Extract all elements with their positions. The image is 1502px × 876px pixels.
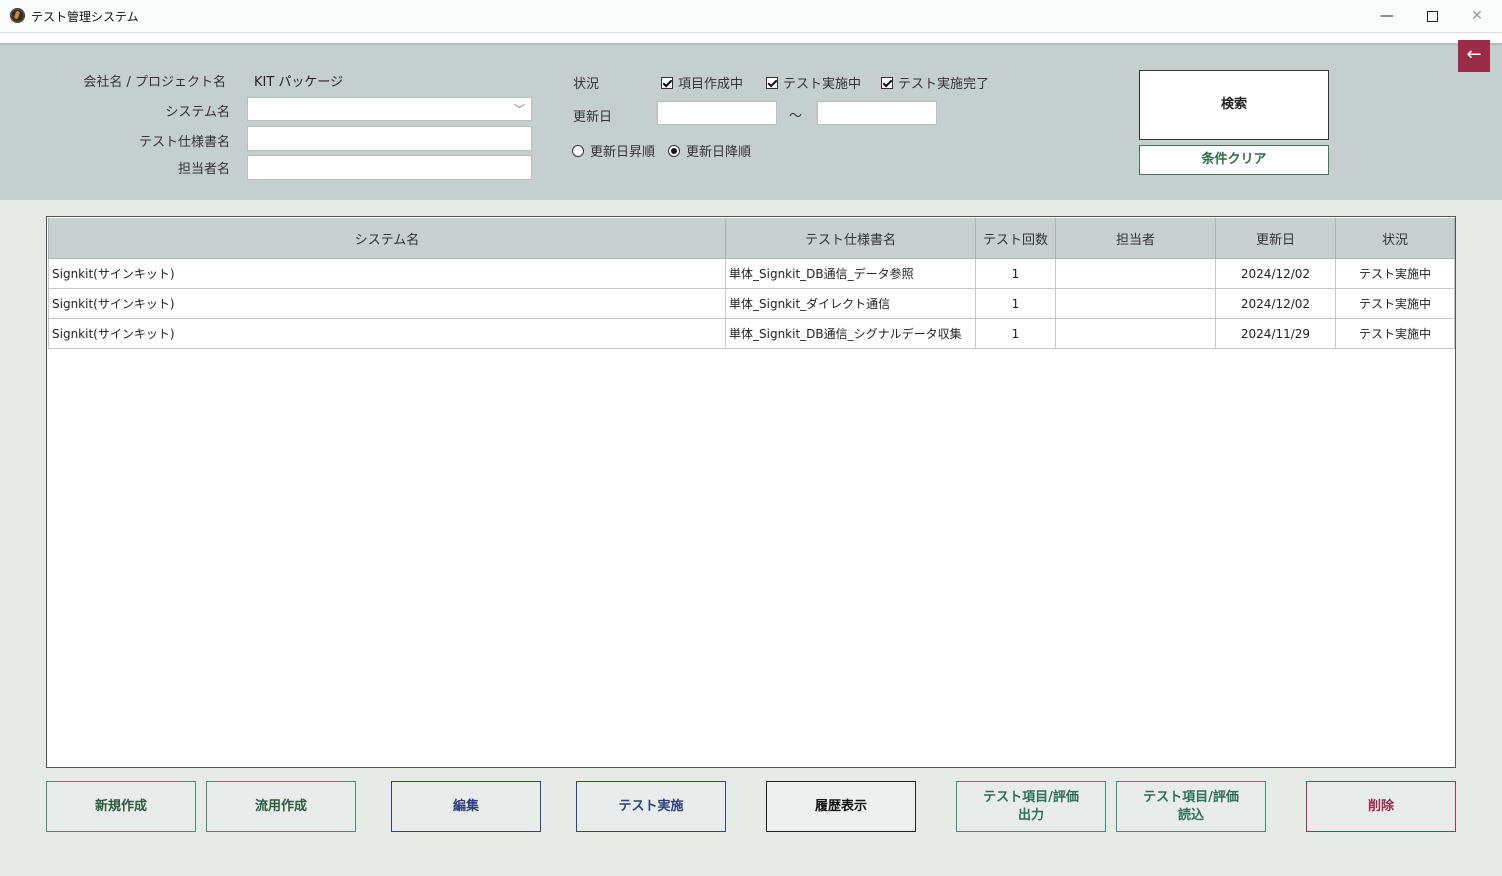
cell-updated: 2024/11/29: [1215, 318, 1336, 349]
cell-updated: 2024/12/02: [1215, 258, 1336, 289]
cell-owner: [1055, 318, 1216, 349]
system-select[interactable]: ﹀: [247, 97, 532, 121]
system-label: システム名: [165, 105, 230, 120]
cell-spec: 単体_Signkit_DB通信_データ参照: [725, 258, 976, 289]
cell-count: 1: [975, 288, 1056, 319]
company-label: 会社名 / プロジェクト名: [83, 75, 226, 90]
column-header-system[interactable]: システム名: [48, 218, 726, 259]
maximize-button[interactable]: [1412, 4, 1452, 28]
cell-owner: [1055, 288, 1216, 319]
export-items-button[interactable]: テスト項目/評価 出力: [956, 781, 1106, 832]
close-button[interactable]: ✕: [1457, 4, 1497, 28]
owner-name-input[interactable]: [247, 155, 532, 180]
company-value: KIT パッケージ: [254, 75, 344, 90]
owner-label: 担当者名: [177, 162, 230, 177]
search-button[interactable]: 検索: [1139, 70, 1329, 140]
cell-count: 1: [975, 258, 1056, 289]
import-items-button[interactable]: テスト項目/評価 読込: [1116, 781, 1266, 832]
title-bar: テスト管理システム — ✕: [0, 0, 1502, 33]
window-title: テスト管理システム: [31, 10, 139, 24]
minimize-button[interactable]: —: [1367, 4, 1407, 28]
date-from-input[interactable]: [657, 101, 777, 125]
edit-button[interactable]: 編集: [391, 781, 541, 832]
spec-name-input[interactable]: [247, 126, 532, 151]
status-checkbox-running[interactable]: テスト実施中: [766, 73, 861, 92]
sort-desc-radio[interactable]: 更新日降順: [668, 141, 751, 160]
cell-updated: 2024/12/02: [1215, 288, 1336, 319]
header-row: システム名 テスト仕様書名 テスト回数 担当者 更新日 状況: [48, 218, 1455, 259]
status-checkbox-done[interactable]: テスト実施完了: [881, 73, 989, 92]
column-header-status[interactable]: 状況: [1335, 218, 1455, 259]
chevron-down-icon: ﹀: [514, 103, 525, 116]
date-label: 更新日: [573, 110, 613, 125]
cell-status: テスト実施中: [1335, 288, 1455, 319]
results-table: システム名 テスト仕様書名 テスト回数 担当者 更新日 状況 Signkit(サ…: [48, 218, 1455, 349]
run-test-button[interactable]: テスト実施: [576, 781, 726, 832]
status-label: 状況: [573, 77, 600, 92]
table-row[interactable]: Signkit(サインキット) 単体_Signkit_DB通信_データ参照 1 …: [48, 258, 1455, 289]
radio-off-icon: [572, 144, 584, 157]
import-label-line1: テスト項目/評価: [1143, 789, 1239, 805]
copy-create-button[interactable]: 流用作成: [206, 781, 356, 832]
cell-system: Signkit(サインキット): [48, 288, 726, 319]
delete-button[interactable]: 削除: [1306, 781, 1456, 832]
import-label-line2: 読込: [1177, 807, 1204, 823]
history-button[interactable]: 履歴表示: [766, 781, 916, 832]
date-range-separator: ～: [789, 109, 803, 124]
cell-system: Signkit(サインキット): [48, 258, 726, 289]
spec-label: テスト仕様書名: [138, 135, 230, 150]
top-strip: [0, 33, 1502, 43]
cell-system: Signkit(サインキット): [48, 318, 726, 349]
status-checkbox-creating[interactable]: 項目作成中: [661, 73, 743, 92]
column-header-count[interactable]: テスト回数: [975, 218, 1056, 259]
checkbox-checked-icon: [661, 76, 673, 89]
table-row[interactable]: Signkit(サインキット) 単体_Signkit_ダイレクト通信 1 202…: [48, 288, 1455, 319]
sort-asc-radio[interactable]: 更新日昇順: [572, 141, 655, 160]
date-to-input[interactable]: [817, 101, 937, 125]
cell-owner: [1055, 258, 1216, 289]
cell-count: 1: [975, 318, 1056, 349]
export-label-line2: 出力: [1017, 807, 1044, 823]
cell-spec: 単体_Signkit_ダイレクト通信: [725, 288, 976, 319]
checkbox-checked-icon: [766, 76, 778, 89]
table-row[interactable]: Signkit(サインキット) 単体_Signkit_DB通信_シグナルデータ収…: [48, 318, 1455, 349]
export-label-line1: テスト項目/評価: [983, 789, 1079, 805]
checkbox-checked-icon: [881, 76, 893, 89]
cell-status: テスト実施中: [1335, 258, 1455, 289]
back-button[interactable]: ←: [1458, 40, 1490, 72]
cell-spec: 単体_Signkit_DB通信_シグナルデータ収集: [725, 318, 976, 349]
new-button[interactable]: 新規作成: [46, 781, 196, 832]
radio-on-icon: [668, 144, 680, 157]
cell-status: テスト実施中: [1335, 318, 1455, 349]
column-header-updated[interactable]: 更新日: [1215, 218, 1336, 259]
app-logo-icon: [10, 8, 25, 23]
column-header-owner[interactable]: 担当者: [1055, 218, 1216, 259]
results-grid: システム名 テスト仕様書名 テスト回数 担当者 更新日 状況 Signkit(サ…: [46, 216, 1456, 768]
filter-panel: ← 会社名 / プロジェクト名 KIT パッケージ システム名 ﹀ テスト仕様書…: [0, 40, 1502, 200]
clear-conditions-button[interactable]: 条件クリア: [1139, 145, 1329, 175]
column-header-spec[interactable]: テスト仕様書名: [725, 218, 976, 259]
maximize-icon: [1426, 10, 1438, 22]
